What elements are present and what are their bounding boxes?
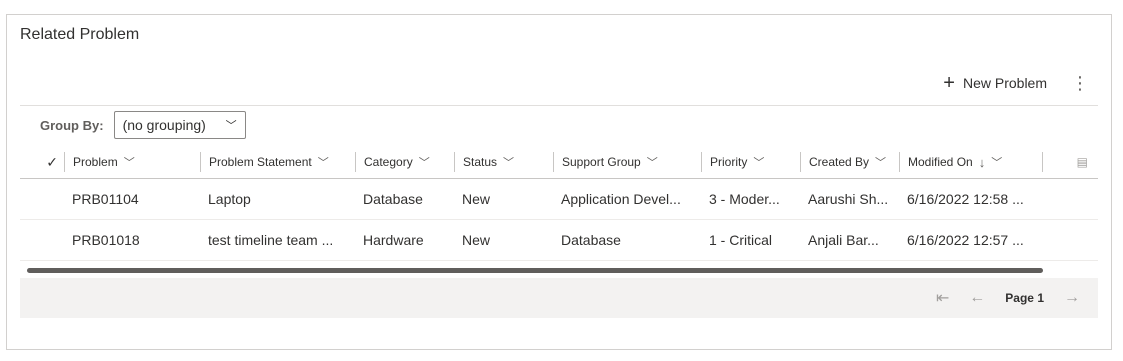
group-by: Group By: (no grouping) ﹀ [40, 111, 246, 139]
cell-priority: 1 - Critical [709, 232, 773, 248]
cell-status: New [462, 191, 491, 207]
pager: ⇤ ← Page 1 → [20, 278, 1098, 318]
chevron-down-icon: ﹀ [503, 157, 515, 169]
cell-created-by: Anjali Bar... [808, 232, 879, 248]
new-problem-label: New Problem [962, 75, 1047, 91]
column-header-label: Created By [809, 155, 870, 169]
group-by-label: Group By: [40, 117, 104, 133]
column-header-created-by[interactable]: Created By ﹀ [800, 152, 899, 172]
column-header-status[interactable]: Status ﹀ [454, 152, 553, 172]
grid-header: ✓ Problem ﹀ Problem Statement ﹀ Category… [20, 146, 1098, 179]
cell-problem-statement: test timeline team ... [208, 232, 334, 248]
cell-modified-on: 6/16/2022 12:57 ... [907, 232, 1024, 248]
chevron-down-icon: ﹀ [418, 157, 430, 169]
column-header-label: Category [364, 155, 413, 169]
group-by-select[interactable]: (no grouping) ﹀ [113, 111, 246, 139]
cell-category: Hardware [363, 232, 424, 248]
column-header-priority[interactable]: Priority ﹀ [701, 152, 800, 172]
select-all-checkbox[interactable]: ✓ [20, 154, 64, 171]
divider [20, 105, 1098, 106]
group-by-value: (no grouping) [122, 117, 206, 133]
page-label: Page 1 [1005, 291, 1044, 305]
previous-page-icon[interactable]: ← [969, 289, 985, 307]
checkmark-icon: ✓ [46, 153, 58, 170]
sort-descending-icon: ↓ [978, 154, 986, 170]
table-row[interactable]: PRB01104 Laptop Database New Application… [20, 179, 1098, 220]
chevron-down-icon: ﹀ [753, 157, 765, 169]
cell-status: New [462, 232, 491, 248]
cell-problem[interactable]: PRB01018 [64, 232, 200, 248]
chevron-down-icon: ﹀ [991, 157, 1003, 169]
horizontal-scrollbar[interactable] [27, 268, 1043, 273]
cell-priority: 3 - Moder... [709, 191, 780, 207]
column-header-label: Support Group [562, 155, 641, 169]
chevron-down-icon: ﹀ [317, 157, 329, 169]
cell-category: Database [363, 191, 423, 207]
column-header-label: Priority [710, 155, 748, 169]
column-header-category[interactable]: Category ﹀ [355, 152, 454, 172]
chevron-down-icon: ﹀ [875, 157, 887, 169]
cell-problem-statement: Laptop [208, 191, 251, 207]
new-problem-button[interactable]: + New Problem [943, 73, 1047, 93]
column-header-label: Problem [73, 155, 118, 169]
cell-problem[interactable]: PRB01104 [64, 191, 200, 207]
related-problem-panel: Related Problem + New Problem ⋮ Group By… [6, 14, 1112, 350]
problem-grid: ✓ Problem ﹀ Problem Statement ﹀ Category… [20, 146, 1098, 261]
cell-support-group: Application Devel... [561, 191, 681, 207]
column-header-problem-statement[interactable]: Problem Statement ﹀ [200, 152, 355, 172]
save-icon: ▤ [1076, 155, 1088, 169]
more-options-icon[interactable]: ⋮ [1065, 74, 1095, 92]
column-header-support-group[interactable]: Support Group ﹀ [553, 152, 701, 172]
first-page-icon[interactable]: ⇤ [936, 288, 949, 308]
plus-icon: + [943, 72, 955, 94]
chevron-down-icon: ﹀ [123, 157, 135, 169]
column-header-modified-on[interactable]: Modified On ↓ ﹀ [899, 152, 1042, 172]
table-row[interactable]: PRB01018 test timeline team ... Hardware… [20, 220, 1098, 261]
cell-modified-on: 6/16/2022 12:58 ... [907, 191, 1024, 207]
column-header-problem[interactable]: Problem ﹀ [64, 152, 200, 172]
cell-created-by: Aarushi Sh... [808, 191, 889, 207]
column-settings[interactable]: ▤ [1042, 152, 1098, 172]
next-page-icon[interactable]: → [1064, 289, 1080, 307]
column-header-label: Status [463, 155, 498, 169]
column-header-label: Modified On [908, 155, 973, 169]
panel-title: Related Problem [20, 26, 140, 43]
chevron-down-icon: ﹀ [646, 157, 658, 169]
cell-support-group: Database [561, 232, 621, 248]
column-header-label: Problem Statement [209, 155, 312, 169]
chevron-down-icon: ﹀ [225, 120, 237, 132]
command-bar: + New Problem ⋮ [943, 73, 1095, 93]
